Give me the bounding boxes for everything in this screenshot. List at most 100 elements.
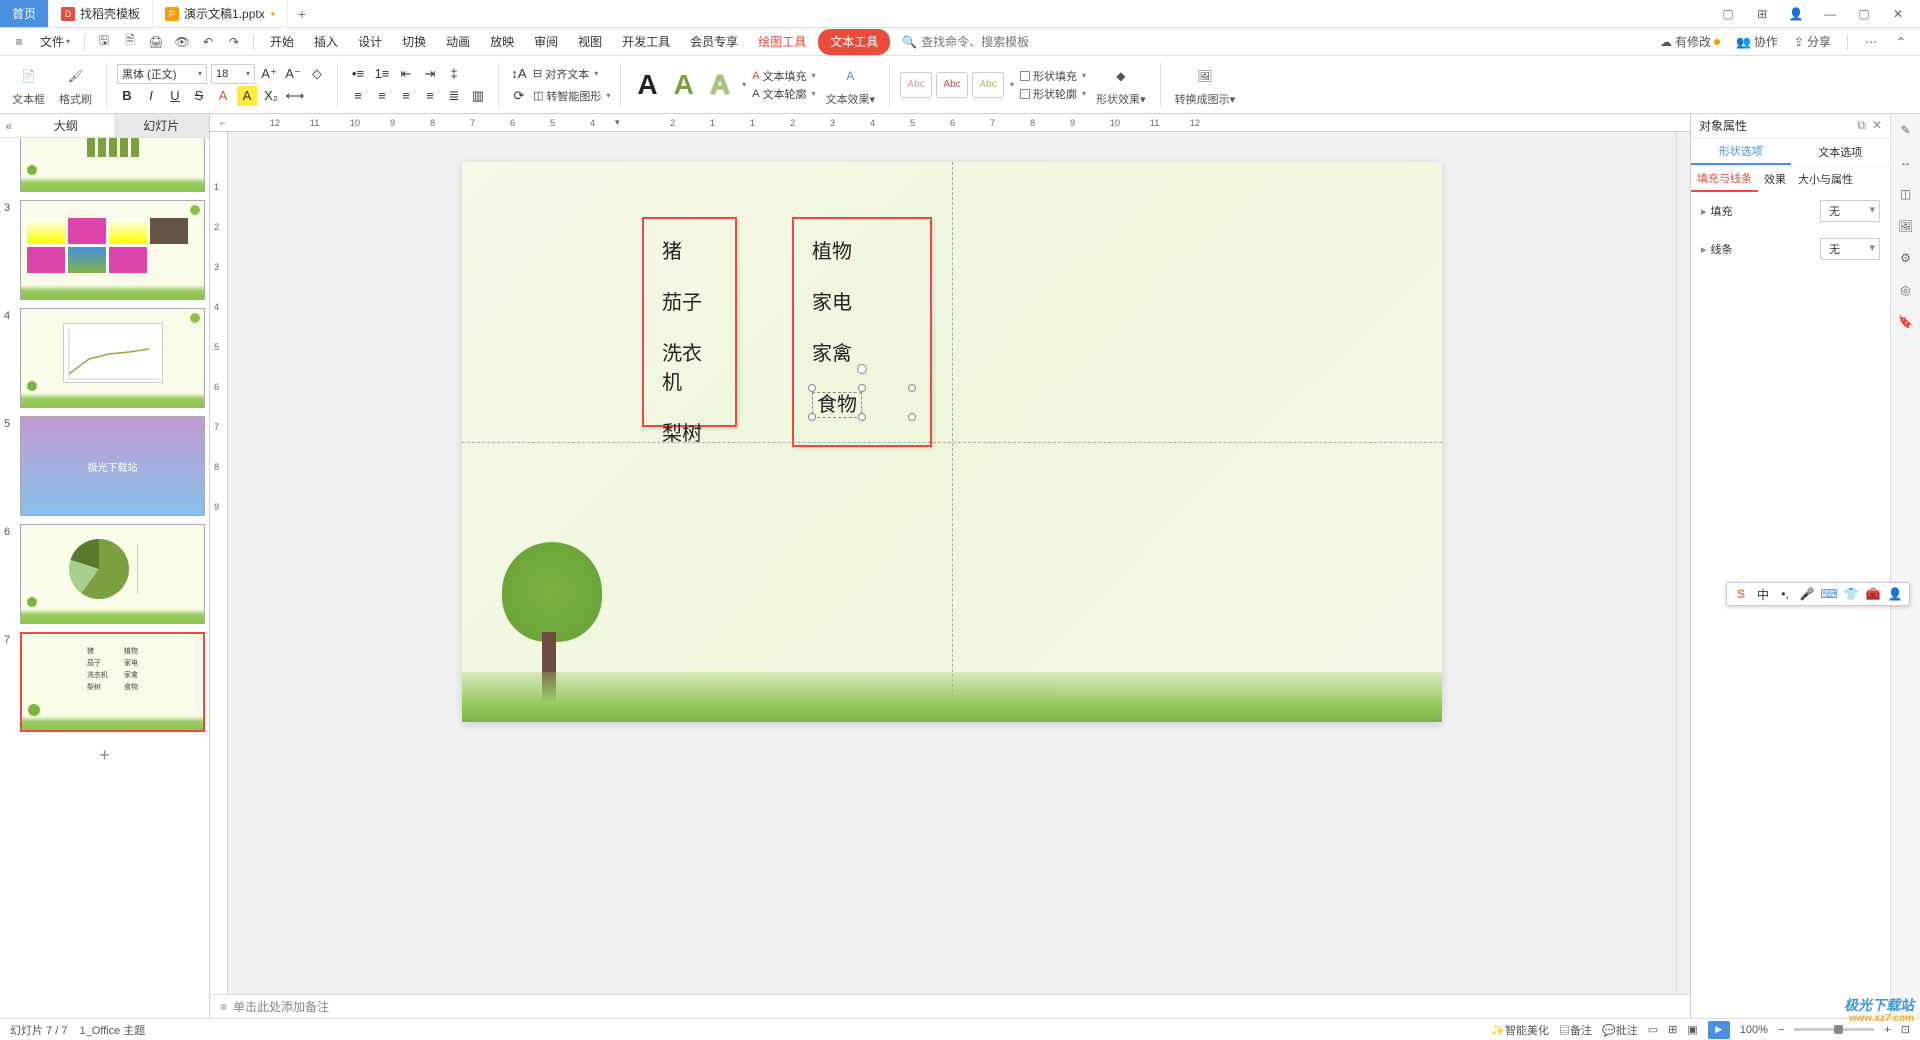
font-size-select[interactable]: 18▾ xyxy=(211,64,255,84)
thumb-row[interactable]: 7 猪茄子洗衣机梨树 植物家电家禽食物 xyxy=(4,632,205,732)
chevron-down-icon[interactable]: ▾ xyxy=(742,80,746,89)
slide-canvas[interactable]: 猪 茄子 洗衣机 梨树 植物 家电 家禽 xyxy=(462,162,1442,722)
group-format-painter[interactable]: 🖌 格式刷 xyxy=(55,60,96,109)
view-normal-icon[interactable]: ▭ xyxy=(1648,1023,1658,1036)
tab-home[interactable]: 首页 xyxy=(0,0,49,27)
redo-icon[interactable]: ↷ xyxy=(223,31,245,53)
menu-hamburger-icon[interactable]: ≡ xyxy=(8,31,30,53)
tab-document[interactable]: P 演示文稿1.pptx xyxy=(153,0,288,27)
menu-draw-tool[interactable]: 绘图工具 xyxy=(750,29,814,55)
distribute-icon[interactable]: ≣ xyxy=(444,86,464,106)
increase-font-icon[interactable]: A⁺ xyxy=(259,64,279,84)
ime-user-icon[interactable]: 👤 xyxy=(1887,586,1903,602)
ime-mic-icon[interactable]: 🎤 xyxy=(1799,586,1815,602)
line-spacing-icon[interactable]: ‡ xyxy=(444,64,464,84)
more-icon[interactable]: ⋯ xyxy=(1860,31,1882,53)
select-icon[interactable]: ↔ xyxy=(1896,152,1916,172)
chevron-up-icon[interactable]: ⌃ xyxy=(1890,31,1912,53)
menu-slideshow[interactable]: 放映 xyxy=(482,29,522,55)
tab-add[interactable]: + xyxy=(288,0,316,27)
ime-floating-bar[interactable]: S 中 •, 🎤 ⌨ 👕 🧰 👤 xyxy=(1726,582,1910,606)
zoom-in-icon[interactable]: + xyxy=(1884,1024,1890,1036)
ime-toolbox-icon[interactable]: 🧰 xyxy=(1865,586,1881,602)
zoom-slider[interactable] xyxy=(1794,1028,1874,1031)
slide-thumb[interactable]: 极光下载站 xyxy=(20,416,205,516)
location-icon[interactable]: ◎ xyxy=(1896,280,1916,300)
wordart-style-3[interactable]: A xyxy=(704,69,736,101)
zoom-out-icon[interactable]: − xyxy=(1778,1024,1784,1036)
align-left-icon[interactable]: ≡ xyxy=(348,86,368,106)
menu-start[interactable]: 开始 xyxy=(262,29,302,55)
resize-handle[interactable] xyxy=(858,384,866,392)
menu-design[interactable]: 设计 xyxy=(350,29,390,55)
view-sorter-icon[interactable]: ⊞ xyxy=(1668,1023,1677,1036)
thumb-row[interactable] xyxy=(4,138,205,192)
menu-view[interactable]: 视图 xyxy=(570,29,610,55)
wordart-style-1[interactable]: A xyxy=(631,69,663,101)
ime-skin-icon[interactable]: 👕 xyxy=(1843,586,1859,602)
tab-text-options[interactable]: 文本选项 xyxy=(1791,138,1891,165)
char-spacing-icon[interactable]: ⟷ xyxy=(285,86,305,106)
slide-thumb-active[interactable]: 猪茄子洗衣机梨树 植物家电家禽食物 xyxy=(20,632,205,732)
notes-toggle[interactable]: ▤备注 xyxy=(1559,1022,1592,1038)
clear-format-icon[interactable]: ◇ xyxy=(307,64,327,84)
thumb-row[interactable]: 6 xyxy=(4,524,205,624)
style-icon[interactable]: ◫ xyxy=(1896,184,1916,204)
text-fill-button[interactable]: A文本填充▾ xyxy=(752,68,815,84)
shape-outline-button[interactable]: 形状轮廓▾ xyxy=(1020,86,1086,102)
strike-icon[interactable]: S xyxy=(189,86,209,106)
smart-shape-button[interactable]: ◫转智能图形▾ xyxy=(533,88,610,104)
canvas-area[interactable]: 猪 茄子 洗衣机 梨树 植物 家电 家禽 xyxy=(228,132,1676,994)
chevron-down-icon[interactable]: ▾ xyxy=(1010,80,1014,89)
share-button[interactable]: ⇪分享 xyxy=(1790,33,1835,50)
text-outline-button[interactable]: A文本轮廓▾ xyxy=(752,86,815,102)
menu-animation[interactable]: 动画 xyxy=(438,29,478,55)
thumb-row[interactable]: 3 xyxy=(4,200,205,300)
columns-icon[interactable]: ▥ xyxy=(468,86,488,106)
user-icon[interactable]: 👤 xyxy=(1784,2,1808,26)
fit-icon[interactable]: ⊡ xyxy=(1901,1023,1910,1036)
resize-handle[interactable] xyxy=(908,413,916,421)
menu-review[interactable]: 审阅 xyxy=(526,29,566,55)
convert-pic-button[interactable]: 🖼 转换成图示▾ xyxy=(1171,60,1240,109)
fill-select[interactable]: 无 xyxy=(1820,200,1880,222)
maximize-icon[interactable]: ▢ xyxy=(1852,2,1876,26)
grid-icon[interactable]: ⊞ xyxy=(1750,2,1774,26)
ime-punct-icon[interactable]: •, xyxy=(1777,586,1793,602)
pencil-icon[interactable]: ✎ xyxy=(1896,120,1916,140)
align-center-icon[interactable]: ≡ xyxy=(372,86,392,106)
bookmark-icon[interactable]: 🔖 xyxy=(1896,312,1916,332)
preview-icon[interactable]: 👁 xyxy=(171,31,193,53)
shape-style-2[interactable]: Abc xyxy=(936,72,968,98)
wordart-style-2[interactable]: A xyxy=(668,69,700,101)
caret-icon[interactable]: ▸ xyxy=(1701,206,1707,218)
slide-thumb[interactable] xyxy=(20,308,205,408)
resize-handle[interactable] xyxy=(808,413,816,421)
underline-icon[interactable]: U xyxy=(165,86,185,106)
shape-style-1[interactable]: Abc xyxy=(900,72,932,98)
indent-dec-icon[interactable]: ⇤ xyxy=(396,64,416,84)
shape-effect-button[interactable]: ◆ 形状效果▾ xyxy=(1092,60,1150,109)
slideshow-button[interactable]: ▶ xyxy=(1708,1021,1730,1039)
shape-style-3[interactable]: Abc xyxy=(972,72,1004,98)
collab-button[interactable]: 👥协作 xyxy=(1732,33,1782,50)
add-slide-button[interactable]: + xyxy=(4,740,205,770)
font-name-select[interactable]: 黑体 (正文)▾ xyxy=(117,64,207,84)
cloud-pending[interactable]: ☁有修改 xyxy=(1656,33,1724,50)
resize-handle[interactable] xyxy=(908,384,916,392)
subtab-size[interactable]: 大小与属性 xyxy=(1792,166,1859,192)
menu-insert[interactable]: 插入 xyxy=(306,29,346,55)
menu-text-tool[interactable]: 文本工具 xyxy=(818,29,890,55)
saveas-icon[interactable]: 🗎 xyxy=(119,31,141,53)
bold-icon[interactable]: B xyxy=(117,86,137,106)
align-text-button[interactable]: ⊟对齐文本▾ xyxy=(533,66,598,82)
layout-icon[interactable]: ▢ xyxy=(1716,2,1740,26)
popup-icon[interactable]: ⧉ xyxy=(1857,118,1866,133)
menu-devtools[interactable]: 开发工具 xyxy=(614,29,678,55)
collapse-icon[interactable]: « xyxy=(0,114,18,137)
save-icon[interactable]: 🖫 xyxy=(93,31,115,53)
thumb-row[interactable]: 4 xyxy=(4,308,205,408)
close-icon[interactable]: ✕ xyxy=(1886,2,1910,26)
thumb-row[interactable]: 5 极光下载站 xyxy=(4,416,205,516)
ime-keyboard-icon[interactable]: ⌨ xyxy=(1821,586,1837,602)
